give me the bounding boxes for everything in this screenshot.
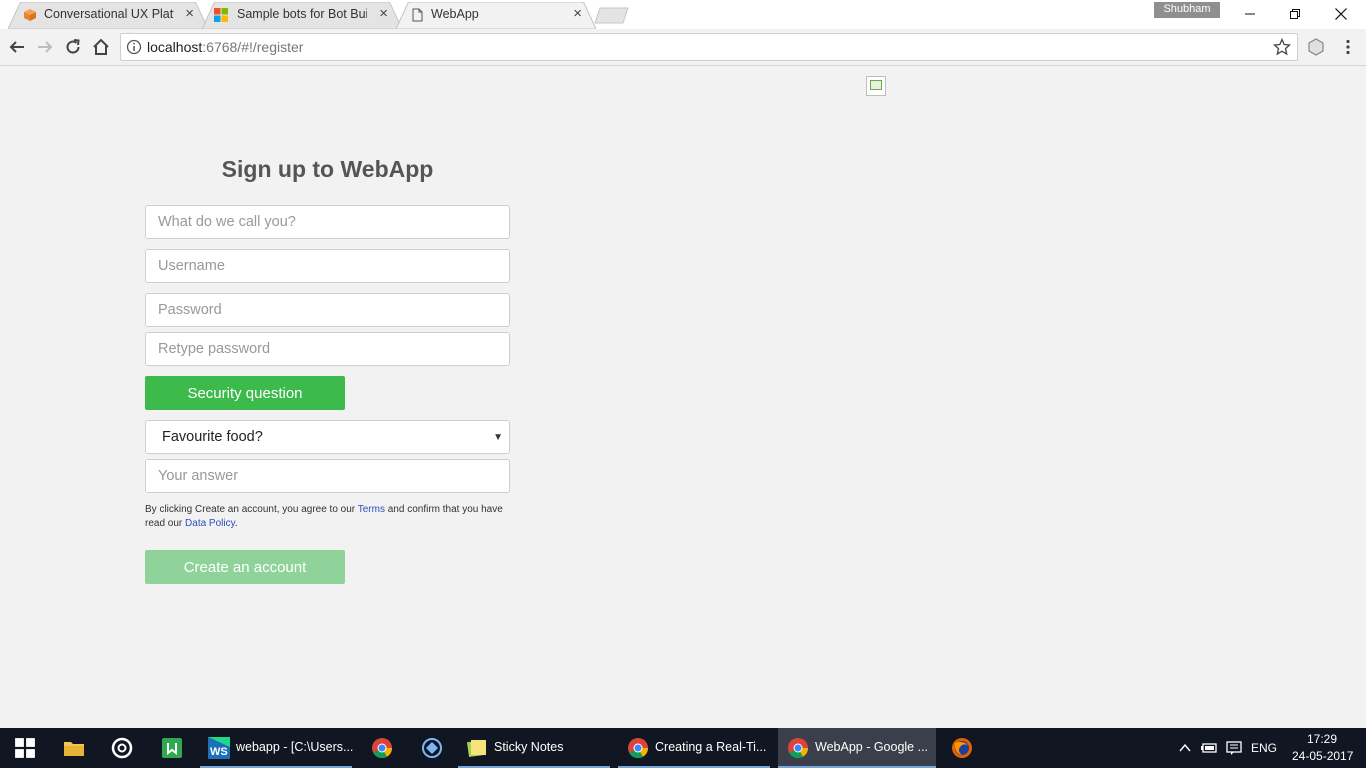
clock-time[interactable]: 17:29 <box>1307 732 1337 746</box>
back-arrow-icon <box>9 41 24 53</box>
security-question-button[interactable]: Security question <box>145 376 345 410</box>
kebab-menu-icon <box>1346 39 1350 55</box>
terms-notice: By clicking Create an account, you agree… <box>145 503 515 531</box>
new-tab-button[interactable] <box>594 7 630 24</box>
svg-text:WS: WS <box>210 746 228 758</box>
profile-badge[interactable]: Shubham <box>1154 2 1220 18</box>
language-indicator[interactable]: ENG <box>1251 741 1277 755</box>
close-icon[interactable]: × <box>185 6 194 22</box>
taskbar-label: WebApp - Google ... <box>815 740 929 754</box>
windows-taskbar: WS webapp - [C:\Users... Sticky Notes Cr… <box>0 728 1366 768</box>
home-icon <box>93 38 109 55</box>
taskbar-chrome-window-2[interactable]: WebApp - Google ... <box>778 728 936 768</box>
taskbar-chrome[interactable] <box>358 728 406 768</box>
browser-toolbar: localhost:6768/#!/register <box>0 29 1366 66</box>
tab-webapp[interactable]: WebApp × <box>396 2 596 29</box>
security-answer-input[interactable] <box>145 459 510 493</box>
start-button[interactable] <box>0 728 48 768</box>
taskbar-app-circle[interactable] <box>98 728 146 768</box>
page-viewport: Sign up to WebApp Security question Favo… <box>0 67 1366 728</box>
create-account-button[interactable]: Create an account <box>145 550 345 584</box>
folder-icon <box>64 742 84 756</box>
username-input[interactable] <box>145 249 510 283</box>
home-button[interactable] <box>89 35 113 59</box>
windows-logo-icon <box>15 738 35 758</box>
info-icon[interactable] <box>126 39 142 55</box>
reload-icon <box>66 39 80 54</box>
close-icon <box>1335 8 1347 20</box>
taskbar-label: Sticky Notes <box>494 740 564 754</box>
reload-button[interactable] <box>61 35 85 59</box>
notifications-icon[interactable] <box>1226 740 1242 756</box>
address-bar[interactable]: localhost:6768/#!/register <box>120 33 1298 61</box>
url-text: localhost:6768/#!/register <box>147 39 303 55</box>
clock-date[interactable]: 24-05-2017 <box>1292 749 1353 763</box>
taskbar-sticky-notes[interactable]: Sticky Notes <box>458 728 610 768</box>
retype-password-input[interactable] <box>145 332 510 366</box>
selected-question: Favourite food? <box>162 429 263 445</box>
taskbar-label: webapp - [C:\Users... <box>236 740 354 754</box>
taskbar-chrome-window-1[interactable]: Creating a Real-Ti... <box>618 728 770 768</box>
back-button[interactable] <box>5 35 29 59</box>
terms-link[interactable]: Terms <box>358 504 385 515</box>
android-app-icon <box>162 738 182 758</box>
forward-arrow-icon <box>38 41 53 53</box>
url-path: :6768/#!/register <box>202 39 304 55</box>
tab-title: Sample bots for Bot Build <box>237 7 367 21</box>
minimize-icon <box>1245 13 1255 15</box>
extension-icon <box>1308 38 1324 56</box>
page-title: Sign up to WebApp <box>221 156 434 182</box>
ring-app-icon <box>111 737 133 759</box>
box-icon <box>24 9 36 21</box>
broken-image-icon <box>866 76 886 96</box>
firefox-icon <box>952 738 972 758</box>
battery-icon[interactable] <box>1200 740 1218 756</box>
tab-sample-bots[interactable]: Sample bots for Bot Build × <box>202 2 402 29</box>
page-icon <box>412 8 423 22</box>
terms-text-1: By clicking Create an account, you agree… <box>145 504 358 515</box>
terms-text-3: . <box>234 518 238 529</box>
close-icon[interactable]: × <box>379 6 388 22</box>
chrome-icon <box>788 738 809 759</box>
display-name-input[interactable] <box>145 205 510 239</box>
taskbar-file-explorer[interactable] <box>50 728 98 768</box>
tab-title: WebApp <box>431 7 479 21</box>
browser-menu-button[interactable] <box>1336 35 1360 59</box>
password-input[interactable] <box>145 293 510 327</box>
restore-icon <box>1290 9 1300 19</box>
dropdown-arrow-icon: ▼ <box>493 432 503 443</box>
taskbar-label: Creating a Real-Ti... <box>655 740 767 754</box>
tab-title: Conversational UX Platfo <box>44 7 174 21</box>
close-window-button[interactable] <box>1318 0 1364 28</box>
bookmark-star-icon[interactable] <box>1273 38 1291 56</box>
close-icon[interactable]: × <box>573 6 582 22</box>
data-policy-link[interactable]: Data Policy <box>185 518 235 529</box>
taskbar-app-green[interactable] <box>146 728 198 768</box>
browser-tab-strip: Conversational UX Platfo × Sample bots f… <box>0 0 1366 29</box>
extension-button[interactable] <box>1304 35 1328 59</box>
chevron-up-icon[interactable] <box>1178 741 1192 755</box>
network-app-icon <box>422 738 442 758</box>
taskbar-firefox[interactable] <box>940 728 988 768</box>
sticky-notes-icon <box>466 740 486 758</box>
microsoft-logo-icon <box>214 8 228 22</box>
chrome-icon <box>372 738 393 759</box>
url-host: localhost <box>147 39 203 55</box>
minimize-button[interactable] <box>1227 0 1273 28</box>
forward-button[interactable] <box>33 35 57 59</box>
chrome-icon <box>628 738 649 759</box>
tab-conversational-ux[interactable]: Conversational UX Platfo × <box>8 2 208 29</box>
security-question-select[interactable]: Favourite food? ▼ <box>145 420 510 454</box>
webstorm-icon: WS <box>208 737 230 759</box>
taskbar-webstorm[interactable]: WS webapp - [C:\Users... <box>200 728 354 768</box>
taskbar-app-blue[interactable] <box>408 728 456 768</box>
restore-button[interactable] <box>1272 0 1318 28</box>
